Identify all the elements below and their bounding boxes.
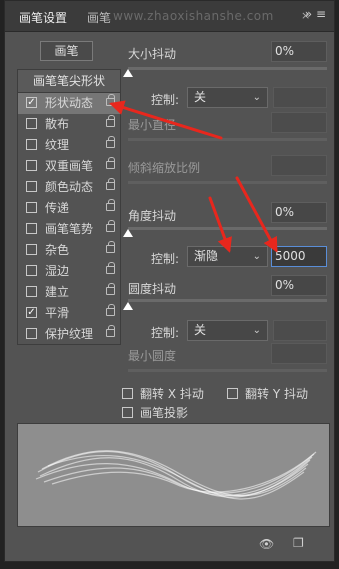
annotation-arrows xyxy=(109,100,278,253)
